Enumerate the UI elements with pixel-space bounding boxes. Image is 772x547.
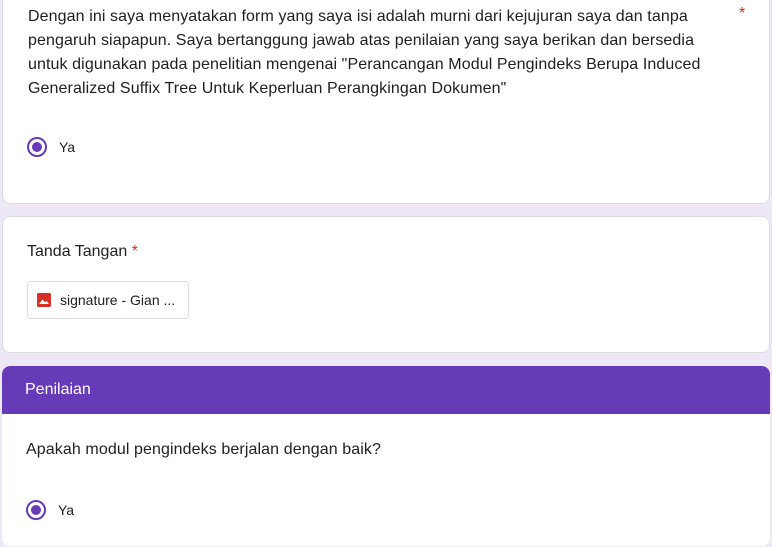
signature-label: Tanda Tangan [27,243,128,260]
required-asterisk: * [739,5,746,22]
module-option-ya[interactable]: Ya [26,500,74,520]
section-header: Penilaian [2,366,770,414]
signature-question-title: Tanda Tangan * [27,243,138,261]
consent-question-card: Dengan ini saya menyatakan form yang say… [2,0,770,204]
consent-option-ya[interactable]: Ya [27,137,75,157]
consent-question-text: Dengan ini saya menyatakan form yang say… [28,8,701,97]
radio-selected-icon[interactable] [27,137,47,157]
uploaded-file-chip[interactable]: signature - Gian ... [27,281,189,319]
penilaian-section-card: Penilaian Apakah modul pengindeks berjal… [2,366,770,546]
radio-selected-icon[interactable] [26,500,46,520]
radio-dot [31,505,41,515]
module-question-text: Apakah modul pengindeks berjalan dengan … [26,441,381,458]
option-label: Ya [58,502,75,518]
file-name: signature - Gian ... [60,292,176,308]
option-label: Ya [59,139,76,155]
signature-question-card: Tanda Tangan * signature - Gian ... [2,216,770,353]
required-asterisk: * [131,243,138,260]
section-title: Penilaian [25,381,91,398]
image-file-icon [37,293,51,307]
radio-dot [32,142,42,152]
